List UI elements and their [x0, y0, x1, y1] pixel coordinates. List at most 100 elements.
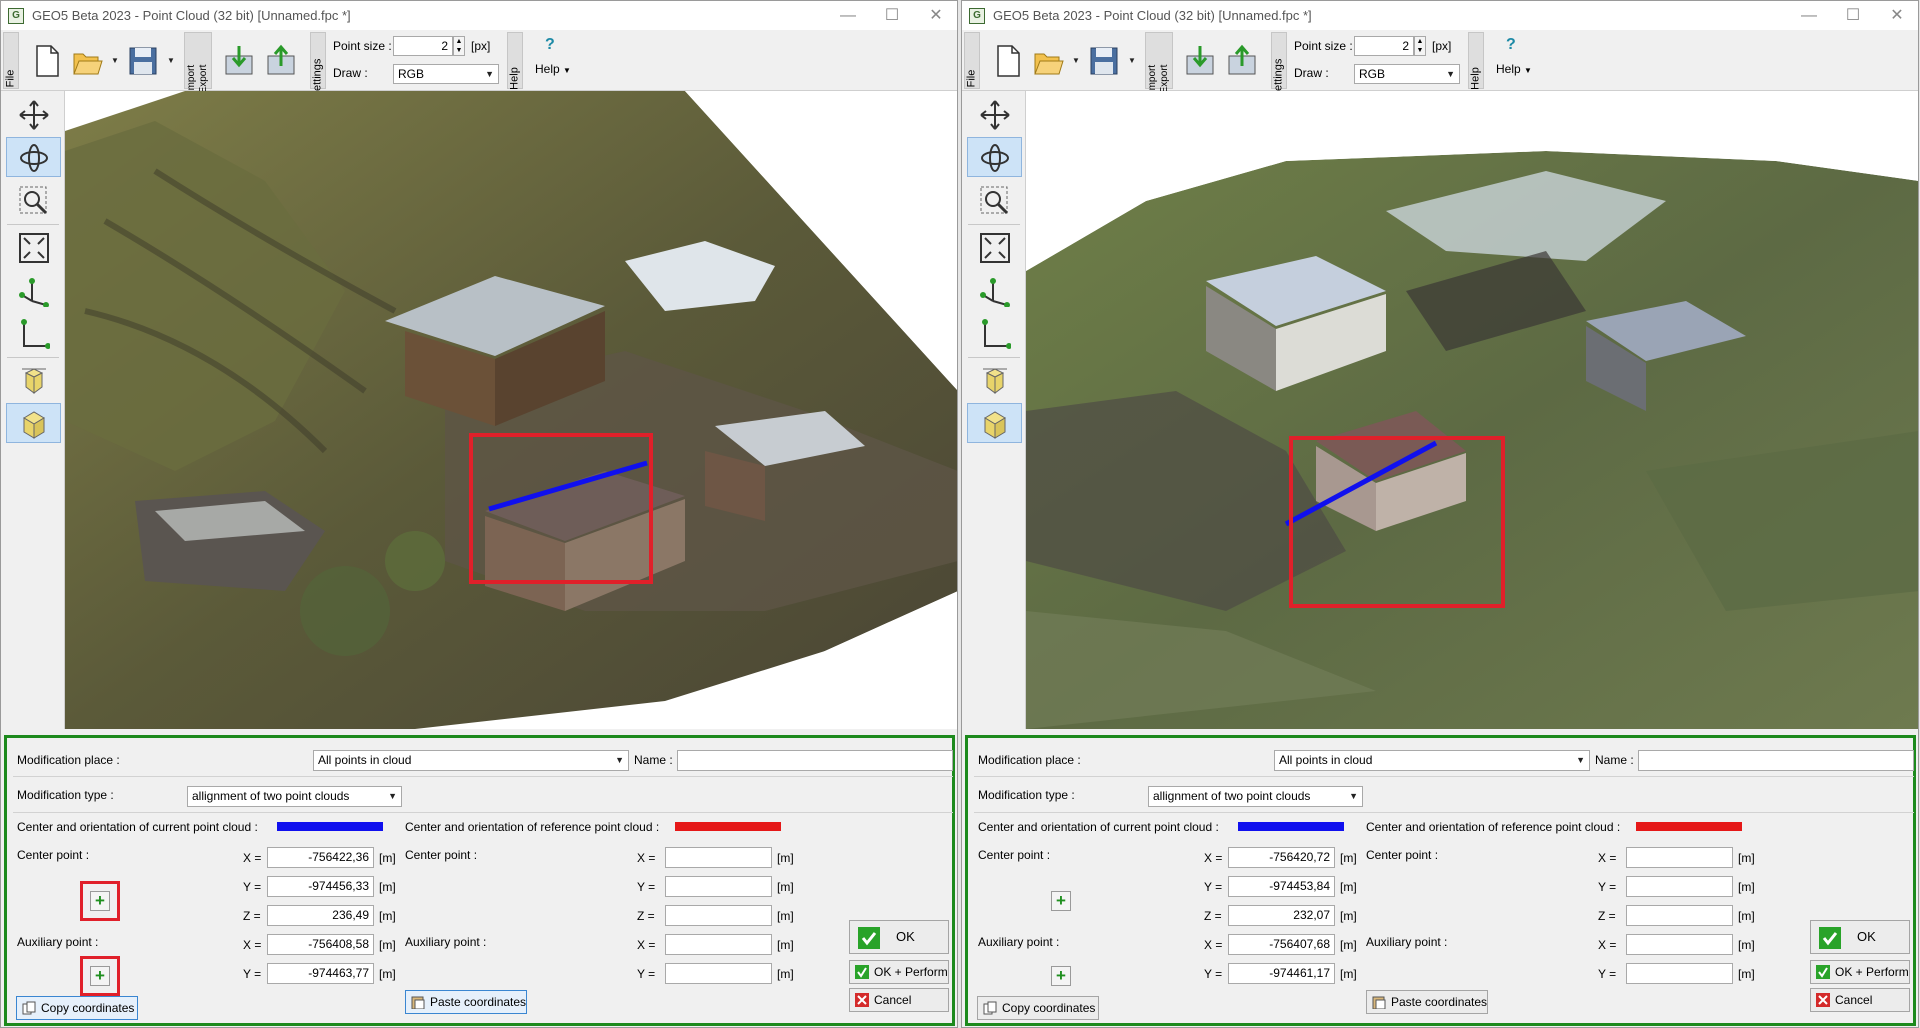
tab-help[interactable]: Help	[507, 32, 523, 90]
aux-x-input[interactable]: -756407,68	[1228, 934, 1335, 955]
cancel-button[interactable]: Cancel	[1810, 988, 1910, 1012]
pick-center-point-button[interactable]: +	[1051, 891, 1071, 911]
modification-type-select[interactable]: allignment of two point clouds ▼	[187, 786, 402, 807]
help-question-icon[interactable]: ?	[1506, 36, 1516, 54]
ok-perform-button[interactable]: OK + Perform	[1810, 960, 1910, 984]
minimize-button[interactable]: —	[1794, 5, 1824, 27]
move-tool[interactable]	[6, 94, 61, 134]
tab-import-export[interactable]: Import Export	[184, 32, 212, 93]
new-file-icon[interactable]	[992, 44, 1024, 78]
open-folder-icon[interactable]	[71, 44, 103, 78]
center-y-input[interactable]: -974456,33	[267, 876, 374, 897]
chevron-down-icon[interactable]: ▼	[111, 56, 119, 65]
tab-settings[interactable]: Settings	[1271, 32, 1287, 98]
axes-3d-tool[interactable]	[967, 270, 1022, 310]
copy-coordinates-button[interactable]: Copy coordinates	[977, 996, 1099, 1020]
point-cloud-view[interactable]	[1026, 91, 1918, 729]
move-tool[interactable]	[967, 94, 1022, 134]
open-folder-icon[interactable]	[1032, 44, 1064, 78]
close-button[interactable]: ✕	[1882, 5, 1912, 27]
pick-auxiliary-point-button[interactable]: +	[1051, 966, 1071, 986]
help-menu-button[interactable]: Help ▼	[535, 62, 571, 76]
copy-coordinates-button[interactable]: Copy coordinates	[16, 996, 138, 1020]
help-menu-button[interactable]: Help ▼	[1496, 62, 1532, 76]
export-icon[interactable]	[1226, 44, 1258, 78]
view-top-tool[interactable]	[967, 360, 1022, 400]
chevron-down-icon[interactable]: ▼	[1072, 56, 1080, 65]
modification-type-select[interactable]: allignment of two point clouds ▼	[1148, 786, 1363, 807]
new-file-icon[interactable]	[31, 44, 63, 78]
point-size-input[interactable]: 2	[393, 36, 453, 56]
save-icon[interactable]	[127, 44, 159, 78]
ref-center-x-input[interactable]	[1626, 847, 1733, 868]
zoom-window-tool[interactable]	[967, 180, 1022, 220]
axes-2d-tool[interactable]	[967, 313, 1022, 353]
tab-file[interactable]: File	[964, 32, 980, 89]
view-3d-tool[interactable]	[967, 403, 1022, 443]
unit-label: [m]	[379, 909, 396, 923]
zoom-window-tool[interactable]	[6, 180, 61, 220]
center-y-input[interactable]: -974453,84	[1228, 876, 1335, 897]
tab-import-export[interactable]: Import Export	[1145, 32, 1173, 93]
modification-place-select[interactable]: All points in cloud ▼	[1274, 750, 1590, 771]
center-x-input[interactable]: -756420,72	[1228, 847, 1335, 868]
paste-coordinates-button[interactable]: Paste coordinates	[1366, 990, 1488, 1014]
ref-aux-y-input[interactable]	[1626, 963, 1733, 984]
tab-settings[interactable]: Settings	[310, 32, 326, 98]
chevron-down-icon[interactable]: ▼	[1128, 56, 1136, 65]
center-z-label: Z =	[243, 909, 261, 923]
ref-center-z-input[interactable]	[665, 905, 772, 926]
rotate-tool[interactable]	[967, 137, 1022, 177]
view-3d-icon	[984, 411, 1006, 439]
view-top-tool[interactable]	[6, 360, 61, 400]
close-button[interactable]: ✕	[921, 5, 951, 27]
ref-aux-x-input[interactable]	[1626, 934, 1733, 955]
paste-coordinates-button[interactable]: Paste coordinates	[405, 990, 527, 1014]
name-input[interactable]	[1638, 750, 1914, 771]
aux-x-input[interactable]: -756408,58	[267, 934, 374, 955]
ok-button[interactable]: OK	[1810, 920, 1910, 954]
axes-2d-tool[interactable]	[6, 313, 61, 353]
ok-perform-button[interactable]: OK + Perform	[849, 960, 949, 984]
ok-button[interactable]: OK	[849, 920, 949, 954]
ref-aux-y-input[interactable]	[665, 963, 772, 984]
tab-file[interactable]: File	[3, 32, 19, 89]
save-icon[interactable]	[1088, 44, 1120, 78]
maximize-button[interactable]: ☐	[1838, 5, 1868, 27]
draw-select[interactable]: RGB ▼	[1354, 64, 1460, 84]
name-input[interactable]	[677, 750, 953, 771]
zoom-extents-tool[interactable]	[967, 227, 1022, 267]
cancel-button[interactable]: Cancel	[849, 988, 949, 1012]
aux-y-input[interactable]: -974461,17	[1228, 963, 1335, 984]
point-size-input[interactable]: 2	[1354, 36, 1414, 56]
export-icon[interactable]	[265, 44, 297, 78]
panel-divider	[13, 776, 953, 777]
center-x-input[interactable]: -756422,36	[267, 847, 374, 868]
zoom-extents-tool[interactable]	[6, 227, 61, 267]
import-icon[interactable]	[223, 44, 255, 78]
ref-aux-x-input[interactable]	[665, 934, 772, 955]
ref-center-x-input[interactable]	[665, 847, 772, 868]
tab-help[interactable]: Help	[1468, 32, 1484, 90]
point-cloud-view[interactable]	[65, 91, 957, 729]
ref-center-y-input[interactable]	[1626, 876, 1733, 897]
chevron-down-icon[interactable]: ▼	[167, 56, 175, 65]
draw-select[interactable]: RGB ▼	[393, 64, 499, 84]
modification-place-select[interactable]: All points in cloud ▼	[313, 750, 629, 771]
help-question-icon[interactable]: ?	[545, 36, 555, 54]
pick-center-point-button[interactable]: +	[90, 891, 110, 911]
ref-center-y-input[interactable]	[665, 876, 772, 897]
axes-3d-tool[interactable]	[6, 270, 61, 310]
view-3d-tool[interactable]	[6, 403, 61, 443]
maximize-button[interactable]: ☐	[877, 5, 907, 27]
minimize-button[interactable]: —	[833, 5, 863, 27]
rotate-tool[interactable]	[6, 137, 61, 177]
import-icon[interactable]	[1184, 44, 1216, 78]
aux-y-input[interactable]: -974463,77	[267, 963, 374, 984]
pick-auxiliary-point-button[interactable]: +	[90, 966, 110, 986]
point-size-spinner[interactable]: ▲ ▼	[1414, 36, 1426, 56]
point-size-spinner[interactable]: ▲ ▼	[453, 36, 465, 56]
ref-center-z-input[interactable]	[1626, 905, 1733, 926]
center-z-input[interactable]: 236,49	[267, 905, 374, 926]
center-z-input[interactable]: 232,07	[1228, 905, 1335, 926]
